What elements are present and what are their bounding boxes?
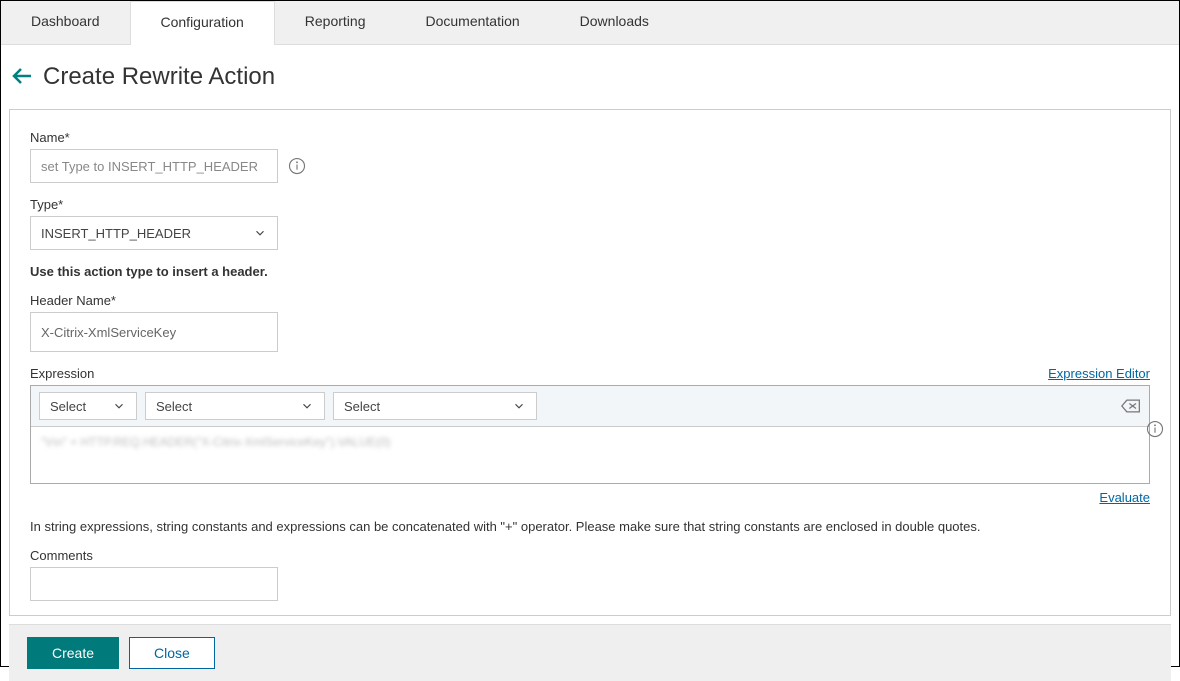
tab-downloads[interactable]: Downloads	[550, 1, 679, 44]
expression-toolbar: Select Select Select	[31, 386, 1149, 427]
comments-input[interactable]	[30, 567, 278, 601]
name-input[interactable]	[30, 149, 278, 183]
tab-documentation[interactable]: Documentation	[395, 1, 549, 44]
page-header: Create Rewrite Action	[1, 45, 1179, 109]
chevron-down-icon	[253, 226, 267, 240]
form-panel: Name* Type* INSERT_HTTP_HEADER Use this …	[9, 109, 1171, 616]
expression-textarea[interactable]: "\r\n" + HTTP.REQ.HEADER("X-Citrix-XmlSe…	[31, 427, 1149, 483]
type-select[interactable]: INSERT_HTTP_HEADER	[30, 216, 278, 250]
back-arrow-icon[interactable]	[11, 65, 35, 89]
type-label: Type*	[30, 197, 1150, 212]
comments-label: Comments	[30, 548, 1150, 563]
tab-configuration[interactable]: Configuration	[130, 1, 275, 45]
clear-icon[interactable]	[1121, 398, 1141, 414]
select-placeholder: Select	[344, 399, 380, 414]
expression-editor-link[interactable]: Expression Editor	[1048, 366, 1150, 381]
expression-select-3[interactable]: Select	[333, 392, 537, 420]
tab-bar: Dashboard Configuration Reporting Docume…	[1, 1, 1179, 45]
page-title: Create Rewrite Action	[43, 63, 275, 91]
chevron-down-icon	[512, 399, 526, 413]
header-name-label: Header Name*	[30, 293, 1150, 308]
evaluate-link[interactable]: Evaluate	[1099, 490, 1150, 505]
chevron-down-icon	[112, 399, 126, 413]
select-placeholder: Select	[50, 399, 86, 414]
expression-help-text: In string expressions, string constants …	[30, 519, 1150, 534]
info-icon[interactable]	[1146, 420, 1164, 438]
expression-container: Select Select Select "\r\n" + HTTP.REQ.H…	[30, 385, 1150, 484]
expression-select-2[interactable]: Select	[145, 392, 325, 420]
name-label: Name*	[30, 130, 1150, 145]
header-name-input[interactable]	[30, 312, 278, 352]
create-button[interactable]: Create	[27, 637, 119, 669]
footer: Create Close	[9, 624, 1171, 681]
close-button[interactable]: Close	[129, 637, 215, 669]
tab-reporting[interactable]: Reporting	[275, 1, 396, 44]
expression-label: Expression	[30, 366, 94, 381]
select-placeholder: Select	[156, 399, 192, 414]
type-note: Use this action type to insert a header.	[30, 264, 1150, 279]
expression-select-1[interactable]: Select	[39, 392, 137, 420]
type-select-value: INSERT_HTTP_HEADER	[41, 226, 191, 241]
tab-dashboard[interactable]: Dashboard	[1, 1, 130, 44]
chevron-down-icon	[300, 399, 314, 413]
info-icon[interactable]	[288, 157, 306, 175]
